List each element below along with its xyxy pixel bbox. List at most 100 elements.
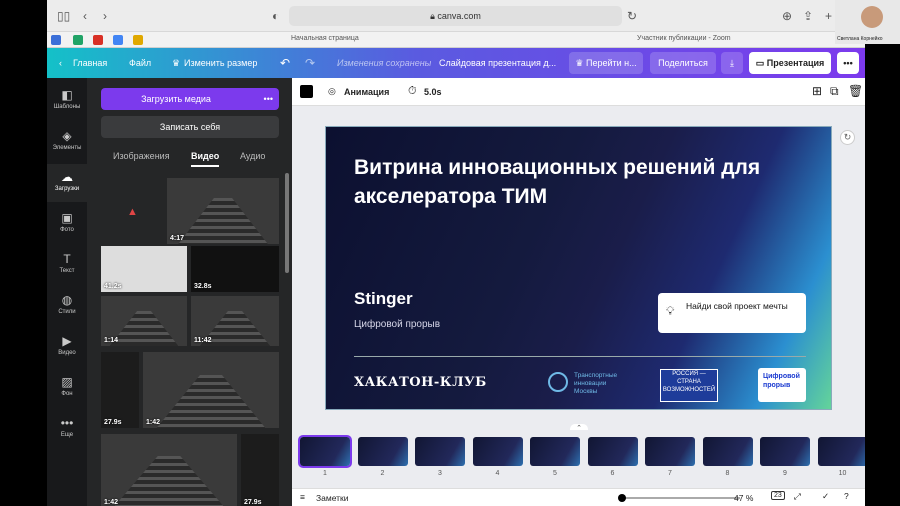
refresh-icon[interactable]: ↻ — [840, 130, 855, 145]
notes-button[interactable]: Заметки — [316, 493, 349, 503]
address-bar[interactable]: 🔒︎ canva.com — [289, 6, 622, 26]
video-thumbnail[interactable]: 1:14 — [101, 296, 187, 346]
page-thumbnail[interactable] — [760, 437, 810, 466]
rail-item-label: Загрузки — [54, 186, 80, 192]
rail-item-text[interactable]: T Текст — [47, 246, 87, 284]
video-thumbnail[interactable]: 32.8s — [191, 246, 279, 292]
upload-error-thumbnail[interactable]: ▲ — [101, 178, 165, 244]
video-thumbnail[interactable]: 11:42 — [191, 296, 279, 346]
more-icon[interactable]: ••• — [264, 88, 273, 110]
page-thumbnail[interactable] — [702, 437, 753, 466]
resize-button[interactable]: Изменить размер — [184, 48, 257, 78]
page-number: 9 — [783, 470, 787, 477]
present-button[interactable]: ▭ Презентация — [749, 52, 831, 74]
page-filmstrip: 1 2 3 4 5 6 7 8 9 10 — [292, 430, 865, 486]
favicon-5[interactable] — [133, 35, 143, 45]
delete-icon[interactable]: 🗑︎ — [848, 84, 863, 98]
zoom-slider[interactable] — [622, 497, 740, 499]
slide-subtitle[interactable]: Цифровой прорыв — [354, 319, 440, 330]
rail-item-label: Фон — [61, 391, 73, 397]
video-thumbnail[interactable]: 27.9s — [241, 434, 279, 506]
share-icon[interactable]: ⇪ — [803, 9, 813, 23]
chevron-left-icon[interactable]: ‹ — [59, 48, 62, 78]
zoom-camera-view: Светлана Корнейко — [835, 0, 900, 44]
page-thumbnail[interactable] — [415, 437, 465, 466]
zoom-slider-handle[interactable] — [618, 494, 626, 502]
tab-audio[interactable]: Аудио — [240, 151, 265, 161]
video-thumbnail[interactable]: 1:42 — [101, 434, 237, 506]
video-duration: 41.2s — [104, 283, 122, 290]
page-thumbnail[interactable] — [645, 437, 695, 466]
rail-item-more[interactable]: ••• Еще — [47, 410, 87, 448]
favicon-2[interactable] — [73, 35, 83, 45]
download-button[interactable]: ⤓ — [721, 52, 743, 74]
page-thumbnail[interactable] — [472, 437, 523, 466]
rail-item-photo[interactable]: ▣ Фото — [47, 205, 87, 243]
rail-item-templates[interactable]: ◧ Шаблоны — [47, 82, 87, 120]
slide-title[interactable]: Витрина инновационных решений для акселе… — [354, 153, 824, 211]
slide-canvas[interactable]: Витрина инновационных решений для акселе… — [325, 126, 832, 410]
slide-card[interactable]: 💡︎ Найди свой проект мечты — [658, 293, 806, 333]
video-thumbnail[interactable]: 27.9s — [101, 352, 139, 428]
slide-name[interactable]: Stinger — [354, 289, 413, 309]
video-thumbnail[interactable]: 1:42 — [143, 352, 279, 428]
more-options-button[interactable]: ••• — [837, 52, 859, 74]
rail-item-background[interactable]: ▨ Фон — [47, 369, 87, 407]
rail-item-label: Элементы — [52, 145, 82, 151]
upgrade-button[interactable]: ♛ Перейти н... — [569, 52, 643, 74]
upload-media-button[interactable]: Загрузить медиа ••• — [101, 88, 279, 110]
tab-zoom[interactable]: Участник публикации - Zoom — [637, 35, 731, 42]
uploads-icon: ☁ — [61, 170, 73, 184]
panel-scrollbar[interactable] — [285, 173, 289, 273]
rail-item-video[interactable]: ▶ Видео — [47, 328, 87, 366]
file-menu[interactable]: Файл — [129, 48, 151, 78]
color-swatch[interactable] — [300, 85, 313, 98]
favicon-4[interactable] — [113, 35, 123, 45]
downloads-icon[interactable]: ⊕ — [782, 9, 792, 23]
shield-icon[interactable]: ◐ — [272, 9, 279, 23]
page-number: 2 — [380, 470, 385, 477]
check-icon[interactable]: ✓ — [822, 491, 829, 502]
reload-icon[interactable]: ↻ — [627, 9, 637, 23]
tab-home[interactable]: Начальная страница — [291, 35, 359, 42]
rail-item-uploads[interactable]: ☁ Загрузки — [47, 164, 87, 202]
back-icon[interactable]: ‹ — [83, 9, 87, 23]
url-text: canva.com — [437, 11, 481, 21]
zoom-level[interactable]: 47 % — [734, 493, 753, 503]
forward-icon[interactable]: › — [103, 9, 107, 23]
page-thumbnail[interactable] — [587, 437, 638, 466]
tab-images[interactable]: Изображения — [113, 151, 170, 161]
home-link[interactable]: Главная — [73, 48, 107, 78]
redo-icon[interactable]: ↷ — [305, 48, 315, 78]
document-title[interactable]: Слайдовая презентация д... — [439, 48, 556, 78]
undo-icon[interactable]: ↶ — [280, 48, 290, 78]
video-thumbnail[interactable]: 41.2s — [101, 246, 187, 292]
tab-video[interactable]: Видео — [191, 151, 220, 167]
side-rail: ◧ Шаблоны ◈ Элементы ☁ Загрузки ▣ Фото T Текст ◍ Ст… — [47, 78, 87, 506]
video-duration: 1:42 — [104, 499, 119, 506]
fullscreen-icon[interactable]: ⤢ — [794, 491, 801, 502]
photo-icon: ▣ — [61, 211, 73, 225]
share-button[interactable]: Поделиться — [650, 52, 716, 74]
sidebar-toggle-icon[interactable]: ▯▯ — [57, 9, 70, 23]
record-yourself-button[interactable]: Записать себя — [101, 116, 279, 138]
page-count[interactable]: 23 — [771, 491, 785, 500]
rail-item-styles[interactable]: ◍ Стили — [47, 287, 87, 325]
duplicate-icon[interactable]: ⧉ — [830, 84, 839, 99]
add-page-icon[interactable]: ⊞ — [812, 84, 822, 98]
rail-item-elements[interactable]: ◈ Элементы — [47, 123, 87, 161]
video-thumbnail[interactable]: 4:17 — [167, 178, 279, 244]
animation-button[interactable]: Анимация — [344, 87, 389, 97]
page-thumbnail[interactable] — [298, 435, 352, 468]
page-thumbnail[interactable] — [530, 437, 580, 466]
save-status: Изменения сохранены — [337, 58, 432, 68]
page-thumbnail[interactable] — [817, 437, 865, 466]
video-duration: 27.9s — [244, 499, 262, 506]
favicon-1[interactable] — [51, 35, 61, 45]
new-tab-icon[interactable]: + — [825, 9, 832, 23]
favicon-3[interactable] — [93, 35, 103, 45]
page-thumbnail[interactable] — [357, 437, 408, 466]
help-icon[interactable]: ? — [844, 491, 849, 501]
duration-button[interactable]: 5.0s — [424, 87, 442, 97]
video-duration: 27.9s — [104, 419, 122, 426]
